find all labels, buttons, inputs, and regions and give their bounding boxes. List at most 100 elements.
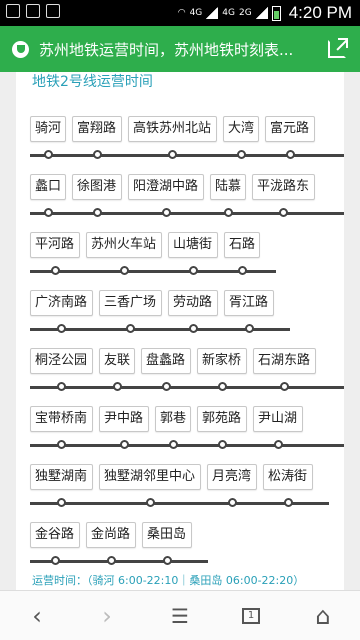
station-dot xyxy=(227,498,237,507)
security-icon xyxy=(12,40,29,58)
station-dot xyxy=(92,208,102,217)
network-label: 4G xyxy=(222,8,235,18)
station-dot xyxy=(57,440,66,449)
menu-icon[interactable]: ☰ xyxy=(165,601,195,631)
station-dot xyxy=(280,382,289,391)
station-button[interactable]: 山塘街 xyxy=(168,232,218,258)
station-dot xyxy=(162,556,172,565)
clock: 4:20 PM xyxy=(288,3,352,22)
network-label: 4G xyxy=(189,8,203,18)
station-dot xyxy=(92,150,102,159)
status-bar: ◠ 4G 4G 2G 4:20 PM xyxy=(0,0,360,26)
station-dot xyxy=(217,382,227,391)
station-button[interactable]: 富翔路 xyxy=(72,116,122,142)
station-dot xyxy=(126,324,135,333)
station-button[interactable]: 郭巷 xyxy=(155,406,191,432)
station-dot xyxy=(57,498,66,507)
metro-line xyxy=(30,444,344,447)
station-dot xyxy=(161,208,171,217)
forward-icon[interactable]: › xyxy=(92,601,122,631)
metro-line xyxy=(30,154,344,157)
tabs-count: 1 xyxy=(242,608,260,624)
network-label: 2G xyxy=(238,8,252,18)
notification-icons xyxy=(6,4,60,18)
station-button[interactable]: 独墅湖邻里中心 xyxy=(99,464,201,490)
station-button[interactable]: 富元路 xyxy=(265,116,315,142)
station-button[interactable]: 平泷路东 xyxy=(252,174,315,200)
station-button[interactable]: 石湖东路 xyxy=(253,348,316,374)
metro-line xyxy=(30,212,344,215)
station-dot xyxy=(273,440,283,449)
station-button[interactable]: 阳澄湖中路 xyxy=(128,174,204,200)
station-dot xyxy=(50,556,60,565)
battery-icon xyxy=(271,5,281,21)
station-dot xyxy=(188,266,198,275)
station-button[interactable]: 月亮湾 xyxy=(207,464,257,490)
station-button[interactable]: 金谷路 xyxy=(30,522,80,548)
station-button[interactable]: 桑田岛 xyxy=(142,522,192,548)
station-dot xyxy=(145,498,155,507)
station-dot xyxy=(283,498,293,507)
station-dot xyxy=(244,324,254,333)
station-dot xyxy=(43,150,53,159)
station-button[interactable]: 三香广场 xyxy=(99,290,162,316)
station-button[interactable]: 尹山湖 xyxy=(253,406,303,432)
content-card: 地铁2号线运营时间 骑河 富翔路 高铁苏州北站 大湾 富元路蠡口 徐图港 阳澄湖中路 陆慕 平泷… xyxy=(16,72,344,590)
tabs-icon[interactable]: 1 xyxy=(236,601,266,631)
back-icon[interactable]: ‹ xyxy=(22,601,52,631)
station-button[interactable]: 高铁苏州北站 xyxy=(128,116,217,142)
operating-hours: 运营时间：（骑河 6:00-22:10｜桑田岛 06:00-22:20） xyxy=(32,574,305,587)
station-button[interactable]: 胥江路 xyxy=(224,290,274,316)
signal-icon xyxy=(206,7,219,19)
station-dot xyxy=(50,266,60,275)
station-dot xyxy=(217,440,227,449)
notification-icon xyxy=(6,4,20,18)
station-dot xyxy=(57,324,66,333)
station-button[interactable]: 盘蠡路 xyxy=(141,348,191,374)
station-button[interactable]: 广济南路 xyxy=(30,290,93,316)
signal-icon xyxy=(255,7,268,19)
station-button[interactable]: 徐图港 xyxy=(72,174,122,200)
home-icon[interactable]: ⌂ xyxy=(308,601,338,631)
station-dot xyxy=(43,208,53,217)
title-bar: 苏州地铁运营时间，苏州地铁时刻表... xyxy=(0,26,360,72)
station-button[interactable]: 石路 xyxy=(224,232,260,258)
bottom-nav: ‹ › ☰ 1 ⌂ xyxy=(0,590,360,640)
station-dot xyxy=(57,382,66,391)
station-button[interactable]: 金尚路 xyxy=(86,522,136,548)
station-button[interactable]: 郭苑路 xyxy=(197,406,247,432)
line-heading: 地铁2号线运营时间 xyxy=(32,74,153,90)
station-button[interactable]: 尹中路 xyxy=(99,406,149,432)
station-dot xyxy=(236,150,246,159)
station-dot xyxy=(161,382,171,391)
share-icon[interactable] xyxy=(328,38,348,58)
station-dot xyxy=(279,208,288,217)
status-indicators: ◠ 4G 4G 2G 4:20 PM xyxy=(178,3,352,23)
station-button[interactable]: 友联 xyxy=(99,348,135,374)
station-dot xyxy=(168,150,177,159)
wifi-icon: ◠ xyxy=(177,8,186,18)
notification-icon xyxy=(26,4,40,18)
station-dot xyxy=(106,556,116,565)
station-dot xyxy=(223,208,233,217)
station-button[interactable]: 宝带桥南 xyxy=(30,406,93,432)
station-button[interactable]: 骑河 xyxy=(30,116,66,142)
station-dot xyxy=(112,382,122,391)
station-button[interactable]: 松涛街 xyxy=(263,464,313,490)
metro-line xyxy=(30,386,344,389)
station-button[interactable]: 平河路 xyxy=(30,232,80,258)
station-dot xyxy=(168,440,178,449)
station-dot xyxy=(119,266,129,275)
station-button[interactable]: 新家桥 xyxy=(197,348,247,374)
station-button[interactable]: 大湾 xyxy=(223,116,259,142)
station-button[interactable]: 桐泾公园 xyxy=(30,348,93,374)
station-button[interactable]: 独墅湖南 xyxy=(30,464,93,490)
station-button[interactable]: 劳动路 xyxy=(168,290,218,316)
station-button[interactable]: 陆慕 xyxy=(210,174,246,200)
station-dot xyxy=(285,150,295,159)
image-icon xyxy=(46,4,60,18)
station-button[interactable]: 蠡口 xyxy=(30,174,66,200)
page-title: 苏州地铁运营时间，苏州地铁时刻表... xyxy=(39,40,294,59)
station-dot xyxy=(119,440,129,449)
station-button[interactable]: 苏州火车站 xyxy=(86,232,162,258)
